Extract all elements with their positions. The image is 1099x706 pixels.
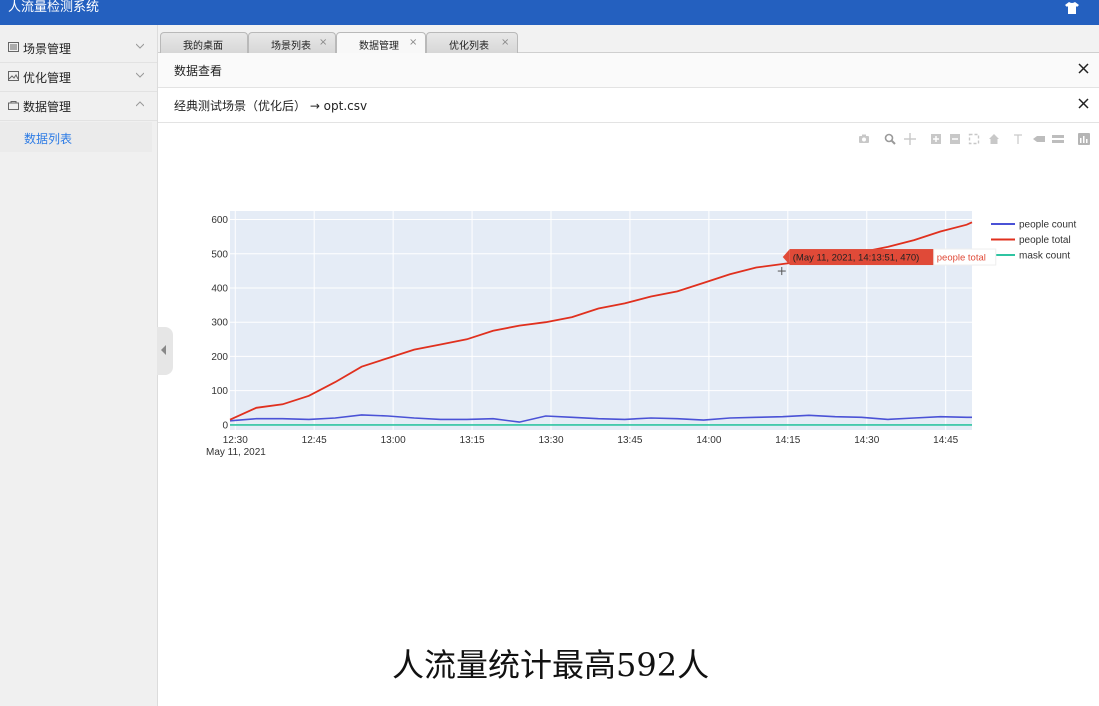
tab-label: 场景列表: [271, 41, 311, 52]
close-icon[interactable]: [1078, 98, 1089, 109]
list-icon: [8, 42, 19, 52]
sidebar-item-label: 场景管理: [23, 42, 72, 56]
y-tick-label: 300: [211, 318, 228, 329]
sidebar-item-data-management[interactable]: 数据管理: [0, 91, 157, 121]
line-chart[interactable]: 0 100 200 300 400 500 600 12:30 12:45 13:00 13:15 1…: [158, 185, 1099, 485]
y-tick-label: 100: [211, 386, 228, 397]
tab-my-desktop[interactable]: 我的桌面: [160, 32, 248, 53]
x-tick-label: 13:15: [460, 435, 485, 446]
tab-data-management[interactable]: 数据管理 ×: [336, 32, 426, 53]
x-tick-label: 12:30: [223, 435, 248, 446]
spike-lines-icon[interactable]: [1012, 133, 1024, 145]
y-tick-label: 0: [222, 420, 228, 431]
panel-header: 数据查看: [158, 53, 1099, 88]
sidebar-item-label: 数据管理: [23, 100, 72, 114]
home-icon[interactable]: [988, 133, 1000, 145]
zoom-icon[interactable]: [884, 133, 896, 145]
y-tick-label: 200: [211, 352, 228, 363]
x-tick-label: 14:30: [854, 435, 879, 446]
shirt-icon[interactable]: [1065, 2, 1079, 14]
tab-label: 数据管理: [359, 41, 399, 52]
y-tick-label: 600: [211, 215, 228, 226]
chart-modebar: [856, 133, 1096, 147]
sidebar-item-optimization-management[interactable]: 优化管理: [0, 62, 157, 92]
sidebar: 场景管理 优化管理 数据管理 数据列表: [0, 25, 158, 706]
chevron-down-icon: [136, 72, 144, 78]
legend-label: people count: [1019, 220, 1076, 231]
tab-bar: 我的桌面 场景列表 × 数据管理 × 优化列表 ×: [158, 25, 1099, 53]
close-icon[interactable]: ×: [409, 37, 417, 48]
hover-compare-icon[interactable]: [1052, 133, 1064, 145]
x-tick-label: 14:00: [696, 435, 721, 446]
legend-label: mask count: [1019, 251, 1070, 262]
x-tick-label: 12:45: [302, 435, 327, 446]
zoom-out-icon[interactable]: [949, 133, 961, 145]
x-date-label: May 11, 2021: [206, 447, 266, 458]
panel-title: 数据查看: [174, 64, 223, 78]
sidebar-subitem-label: 数据列表: [24, 132, 73, 146]
top-bar: 人流量检测系统: [0, 0, 1099, 25]
plotly-logo-icon[interactable]: [1078, 133, 1090, 145]
video-caption: 人流量统计最高592人: [392, 646, 710, 684]
x-tick-label: 13:45: [617, 435, 642, 446]
x-tick-label: 14:15: [775, 435, 800, 446]
tab-scene-list[interactable]: 场景列表 ×: [248, 32, 336, 53]
close-icon[interactable]: ×: [501, 37, 509, 48]
camera-icon[interactable]: [858, 133, 870, 145]
tooltip-series-label: people total: [937, 253, 986, 264]
close-icon[interactable]: [1078, 63, 1089, 74]
autoscale-icon[interactable]: [968, 133, 980, 145]
y-tick-label: 500: [211, 249, 228, 260]
tooltip-text: (May 11, 2021, 14:13:51, 470): [793, 253, 920, 264]
tab-label: 优化列表: [449, 41, 489, 52]
chevron-down-icon: [136, 43, 144, 49]
zoom-in-icon[interactable]: [930, 133, 942, 145]
pan-icon[interactable]: [904, 133, 916, 145]
hover-closest-icon[interactable]: [1033, 133, 1045, 145]
tab-label: 我的桌面: [183, 41, 223, 52]
close-icon[interactable]: ×: [319, 37, 327, 48]
sidebar-subitem-data-list[interactable]: 数据列表: [0, 122, 152, 152]
bag-icon: [8, 101, 19, 110]
y-tick-label: 400: [211, 283, 228, 294]
legend-label: people total: [1019, 235, 1071, 246]
sidebar-item-scene-management[interactable]: 场景管理: [0, 33, 157, 63]
x-tick-label: 13:30: [538, 435, 563, 446]
x-tick-label: 13:00: [381, 435, 406, 446]
plot-area: [230, 211, 972, 430]
tab-optimization-list[interactable]: 优化列表 ×: [426, 32, 518, 53]
sidebar-item-label: 优化管理: [23, 71, 72, 85]
image-icon: [8, 71, 19, 81]
panel-subheader: 经典测试场景（优化后） → opt.csv: [158, 88, 1099, 123]
x-tick-label: 14:45: [933, 435, 958, 446]
app-title: 人流量检测系统: [8, 0, 100, 15]
chevron-up-icon: [136, 101, 144, 107]
panel-subtitle: 经典测试场景（优化后） → opt.csv: [174, 99, 368, 113]
